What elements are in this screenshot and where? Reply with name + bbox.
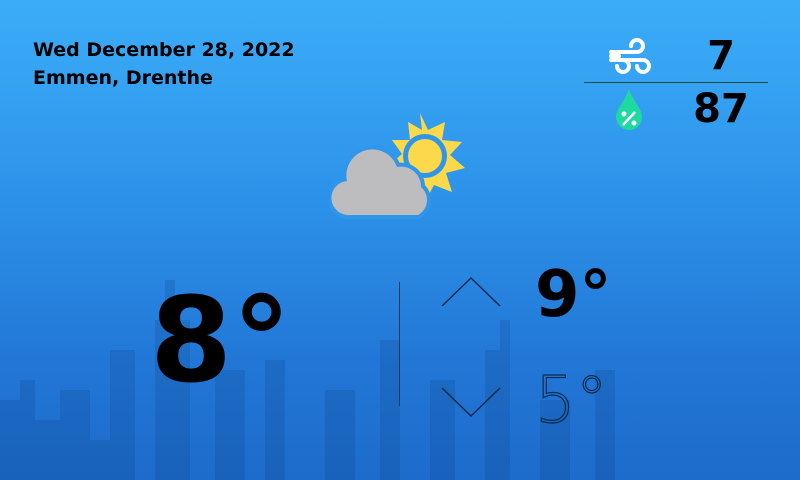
current-temperature: 8°: [150, 271, 292, 409]
temperature-divider: [399, 282, 400, 406]
date-location: Wed December 28, 2022 Emmen, Drenthe: [33, 36, 295, 92]
chevron-down-icon: [441, 387, 501, 418]
low-temperature: 5°: [534, 363, 608, 438]
stats-panel: 7 87: [584, 30, 768, 135]
humidity-row: 87: [584, 83, 768, 135]
wind-value: 7: [707, 33, 735, 79]
location-text: Emmen, Drenthe: [33, 67, 213, 89]
wind-row: 7: [584, 30, 768, 82]
high-temperature: 9°: [535, 258, 612, 332]
wind-icon: [584, 38, 674, 74]
chevron-up-icon: [441, 276, 501, 307]
humidity-value: 87: [693, 86, 749, 132]
humidity-drop-icon: [584, 87, 674, 131]
city-skyline-background: [0, 280, 800, 480]
partly-cloudy-icon: [327, 110, 470, 225]
date-text: Wed December 28, 2022: [33, 39, 295, 61]
